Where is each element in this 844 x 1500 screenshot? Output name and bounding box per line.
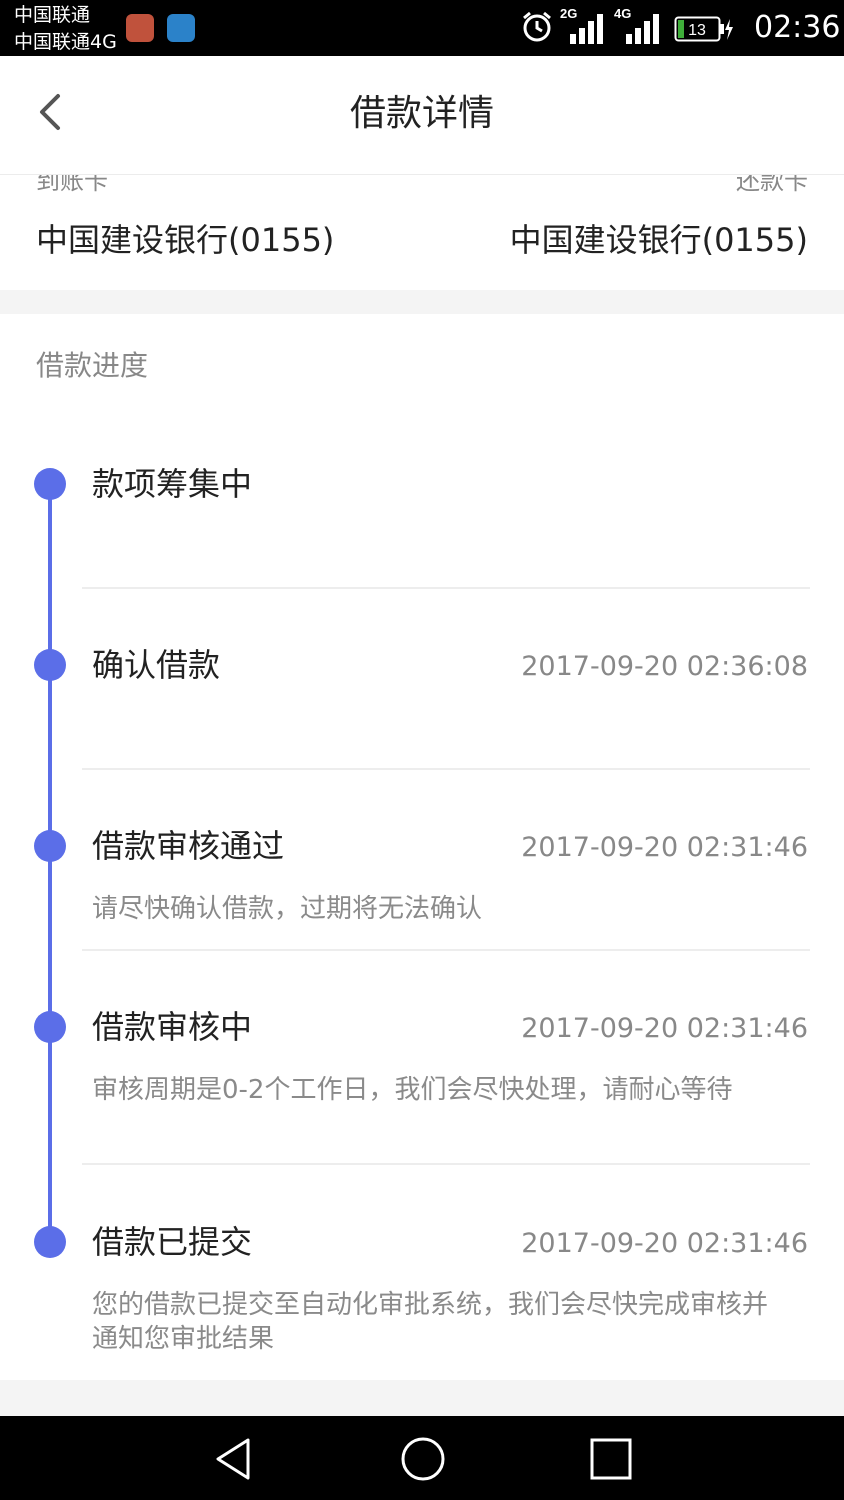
timeline-dot bbox=[34, 649, 66, 681]
app-notification-icon bbox=[167, 14, 195, 42]
loan-progress-section: 借款进度 款项筹集中 确认借款 2017-09-20 02:36:08 借款审核… bbox=[0, 314, 844, 1380]
alarm-clock-icon bbox=[523, 11, 551, 42]
bottom-spacer bbox=[0, 1380, 844, 1416]
step-title: 借款审核通过 bbox=[92, 827, 285, 865]
status-time: 02:36 bbox=[754, 10, 841, 45]
step-divider bbox=[82, 768, 810, 770]
status-bar: 中国联通 中国联通4G 2G 4G 13 02:36 bbox=[0, 0, 844, 56]
step-description: 审核周期是0-2个工作日，我们会尽快处理，请耐心等待 bbox=[92, 1075, 733, 1105]
triangle-back-icon[interactable] bbox=[210, 1434, 260, 1484]
timeline-dot bbox=[34, 1226, 66, 1258]
carrier-name-2: 中国联通4G bbox=[14, 31, 117, 53]
repay-card-bank: 中国建设银行(0155) bbox=[509, 221, 808, 259]
square-recent-icon[interactable] bbox=[586, 1434, 636, 1484]
step-title: 确认借款 bbox=[92, 646, 221, 684]
step-divider bbox=[82, 1163, 810, 1165]
carrier-name-1: 中国联通 bbox=[14, 4, 91, 26]
signal-4g-label: 4G bbox=[614, 6, 631, 21]
timeline-dot bbox=[34, 830, 66, 862]
step-divider bbox=[82, 949, 810, 951]
step-title: 款项筹集中 bbox=[92, 465, 253, 503]
receive-card-bank: 中国建设银行(0155) bbox=[36, 221, 335, 259]
signal-strength-2g-icon: 2G bbox=[560, 6, 603, 44]
step-time: 2017-09-20 02:31:46 bbox=[521, 832, 808, 863]
step-title: 借款审核中 bbox=[92, 1008, 253, 1046]
section-divider bbox=[0, 290, 844, 314]
step-time: 2017-09-20 02:31:46 bbox=[521, 1228, 808, 1259]
timeline-dot bbox=[34, 468, 66, 500]
signal-2g-label: 2G bbox=[560, 6, 577, 21]
step-title: 借款已提交 bbox=[92, 1223, 253, 1261]
app-header: 借款详情 bbox=[0, 56, 844, 175]
health-app-notification-icon bbox=[126, 14, 154, 42]
timeline-line bbox=[48, 484, 52, 1242]
battery-charging-icon: 13 bbox=[674, 16, 733, 42]
step-time: 2017-09-20 02:36:08 bbox=[521, 651, 808, 682]
account-card: 到账卡 还款卡 中国建设银行(0155) 中国建设银行(0155) bbox=[0, 175, 844, 290]
page-title: 借款详情 bbox=[349, 93, 494, 134]
step-description: 您的借款已提交至自动化审批系统，我们会尽快完成审核并通知您审批结果 bbox=[92, 1290, 769, 1354]
step-divider bbox=[82, 587, 810, 589]
signal-strength-4g-icon: 4G bbox=[614, 6, 659, 44]
receive-card-label: 到账卡 bbox=[36, 175, 108, 195]
battery-level-label: 13 bbox=[688, 22, 706, 39]
step-time: 2017-09-20 02:31:46 bbox=[521, 1013, 808, 1044]
system-navigation-bar bbox=[0, 1416, 844, 1500]
step-description: 请尽快确认借款，过期将无法确认 bbox=[92, 894, 483, 924]
section-title: 借款进度 bbox=[36, 349, 149, 382]
timeline-dot bbox=[34, 1011, 66, 1043]
repay-card-label: 还款卡 bbox=[736, 175, 808, 195]
circle-home-icon[interactable] bbox=[398, 1434, 448, 1484]
